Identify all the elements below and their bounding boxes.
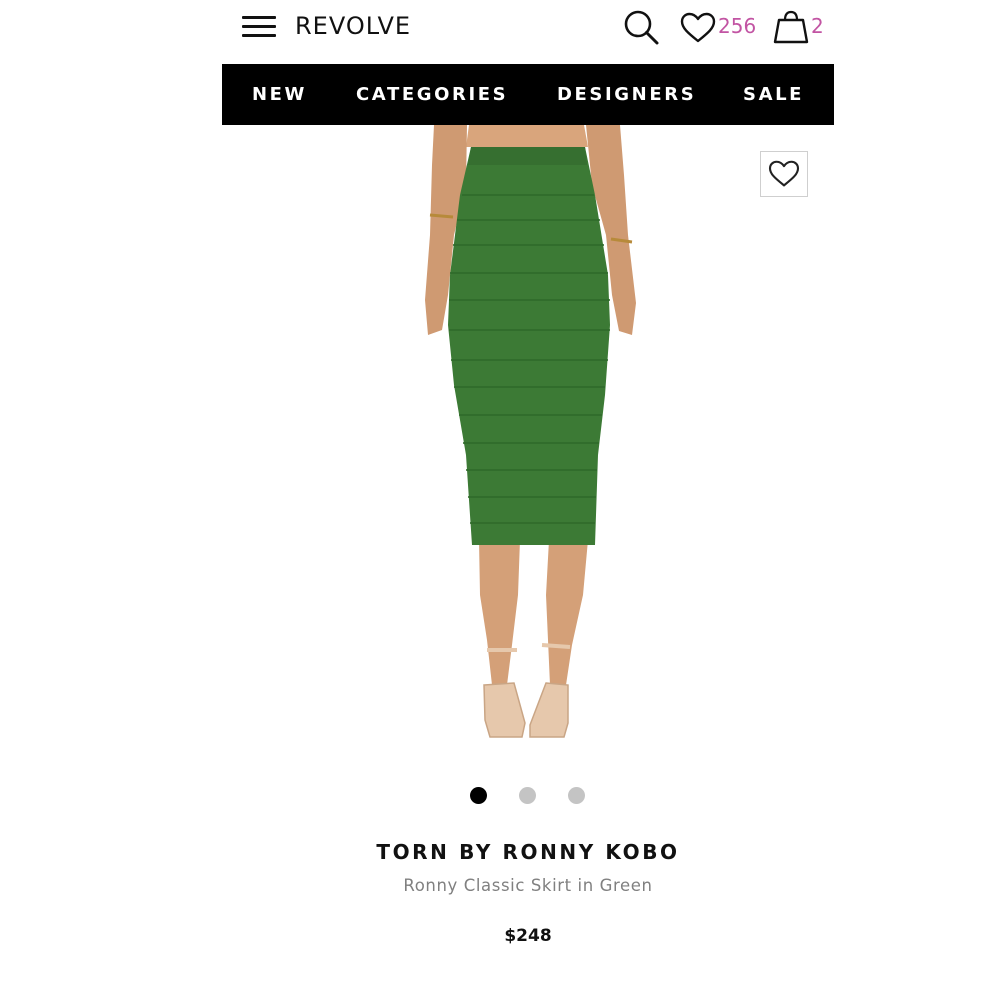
shopping-bag-icon <box>773 10 809 44</box>
product-price: $248 <box>504 926 552 946</box>
top-header: REVOLVE 256 2 <box>222 0 834 60</box>
hamburger-menu-icon[interactable] <box>242 14 276 40</box>
nav-sale[interactable]: SALE <box>743 84 804 105</box>
product-image[interactable] <box>222 125 834 765</box>
carousel-dot-3[interactable] <box>568 787 585 804</box>
shopping-bag-button[interactable]: 2 <box>773 10 824 50</box>
search-icon[interactable] <box>622 8 662 48</box>
product-name: Ronny Classic Skirt in Green <box>403 876 653 895</box>
heart-icon <box>680 12 716 43</box>
carousel-dot-1[interactable] <box>470 787 487 804</box>
product-page: REVOLVE 256 2 NEW CATEGORIES DESIGNERS S… <box>0 0 1000 1000</box>
category-nav: NEW CATEGORIES DESIGNERS SALE <box>222 64 834 125</box>
bag-count: 2 <box>811 14 824 38</box>
nav-categories[interactable]: CATEGORIES <box>356 84 508 105</box>
revolve-logo[interactable]: REVOLVE <box>295 12 411 40</box>
add-to-favorites-button[interactable] <box>760 151 808 197</box>
heart-outline-icon <box>768 160 800 187</box>
nav-new[interactable]: NEW <box>252 84 307 105</box>
wishlist-button[interactable]: 256 <box>680 10 756 50</box>
image-carousel-dots <box>470 787 590 805</box>
product-brand[interactable]: TORN BY RONNY KOBO <box>222 840 834 864</box>
carousel-dot-2[interactable] <box>519 787 536 804</box>
wishlist-count: 256 <box>718 14 757 38</box>
nav-designers[interactable]: DESIGNERS <box>557 84 696 105</box>
